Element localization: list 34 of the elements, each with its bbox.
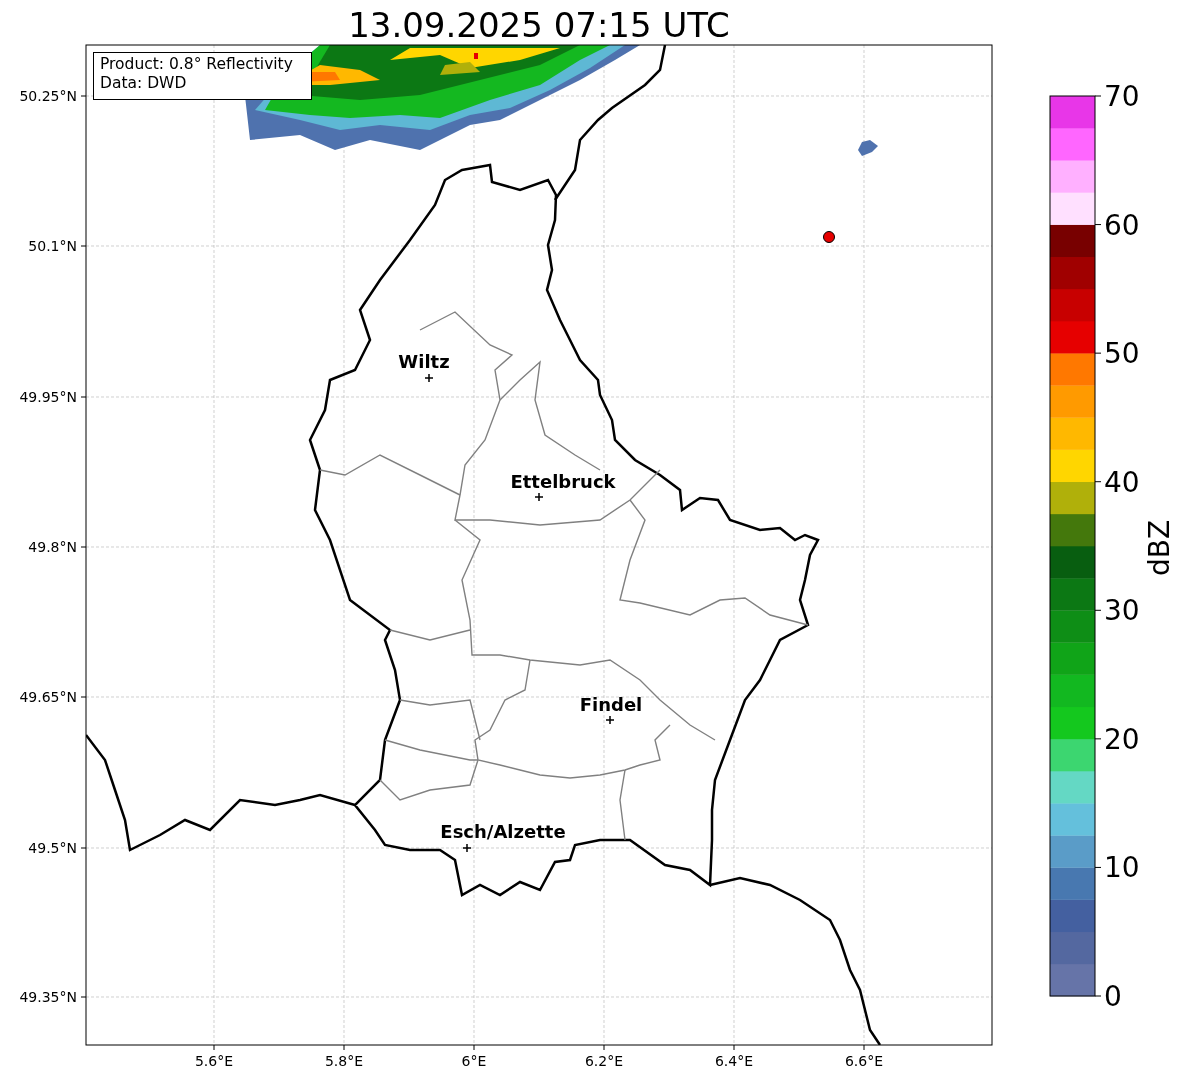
axis-tick-label: 6.2°E [584, 1053, 624, 1069]
city-marker-icon [462, 843, 472, 853]
colorbar-tick-label: 50 [1104, 337, 1140, 371]
axis-tick-label: 50.1°N [28, 238, 77, 254]
colorbar-tick-label: 0 [1104, 980, 1122, 1013]
axis-tick-label: 49.35°N [19, 989, 77, 1005]
city-label: Ettelbruck [510, 471, 616, 492]
axis-tick-label: 6.4°E [714, 1053, 754, 1069]
city-label: Esch/Alzette [440, 821, 566, 842]
city-marker-icon [424, 373, 434, 383]
axis-tick-label: 6°E [461, 1053, 487, 1069]
city-label: Wiltz [398, 351, 450, 372]
colorbar-tick-label: 40 [1104, 465, 1140, 499]
colorbar-tick-label: 70 [1104, 80, 1140, 113]
axis-tick-label: 49.65°N [19, 689, 77, 705]
axis-tick-label: 49.8°N [28, 539, 77, 555]
axis-tick-label: 49.5°N [28, 840, 77, 856]
colorbar-tick-label: 10 [1104, 851, 1140, 885]
colorbar-tick-label: 30 [1104, 594, 1140, 628]
axis-tick-label: 49.95°N [19, 389, 77, 405]
axis-tick-label: 5.6°E [194, 1053, 234, 1069]
city-marker-icon [605, 715, 615, 725]
axis-tick-label: 6.6°E [844, 1053, 884, 1069]
colorbar-label: dBZ [1143, 519, 1176, 577]
radar-echo-drawing [858, 140, 878, 156]
city-label: Findel [579, 694, 643, 715]
chart-title: 13.09.2025 07:15 UTC [348, 5, 730, 45]
axis-tick-label: 50.25°N [19, 88, 77, 104]
axis-tick-label: 5.8°E [324, 1053, 364, 1069]
colorbar-tick-label: 20 [1104, 722, 1140, 756]
info-text: Data: DWD [100, 74, 187, 92]
colorbar-tick-label: 60 [1104, 208, 1140, 242]
info-text: Product: 0.8° Reflectivity [100, 55, 293, 73]
city-marker-icon [534, 492, 544, 502]
